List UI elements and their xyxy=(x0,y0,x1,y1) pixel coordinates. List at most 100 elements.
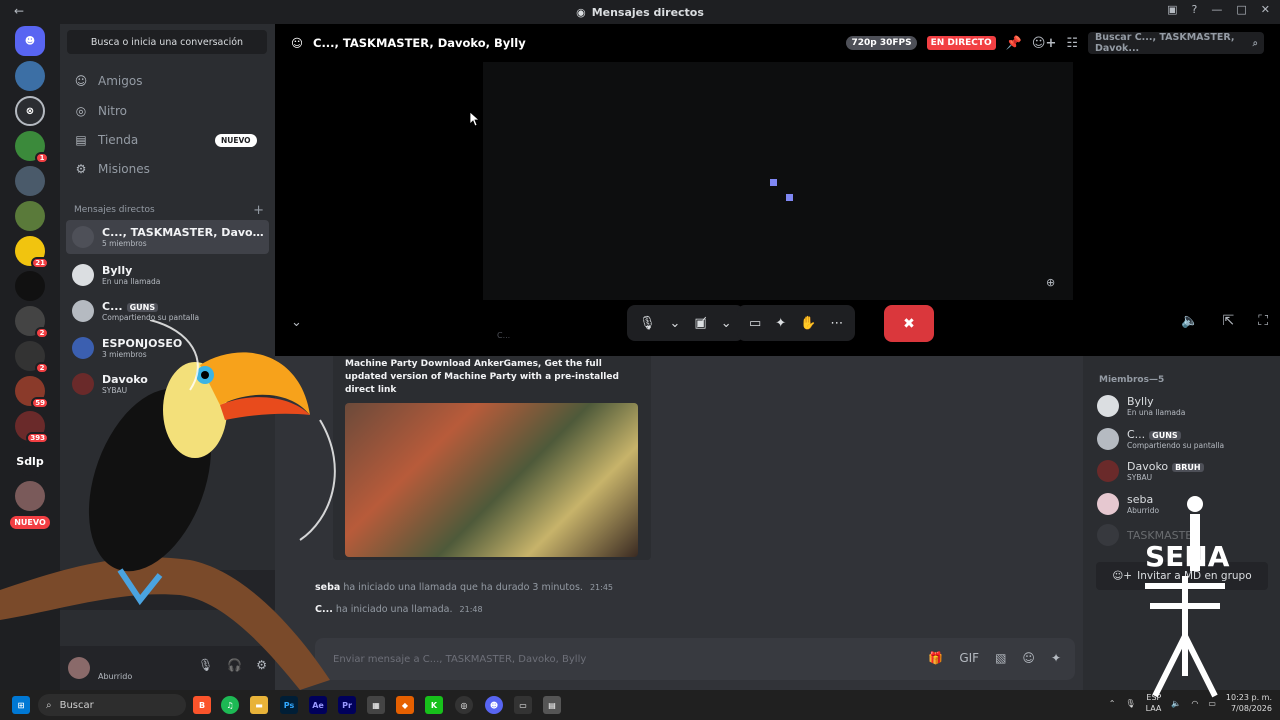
member-item[interactable]: seba Aburrido xyxy=(1097,489,1277,519)
server-icon[interactable]: 2 xyxy=(15,341,49,374)
discord-logo-icon: ◉ xyxy=(576,5,586,19)
notification-badge: 2 xyxy=(35,362,49,374)
pin-icon[interactable]: 📌 xyxy=(1006,36,1022,51)
dm-item[interactable]: C..., TASKMASTER, Davoko, B... 5 miembro… xyxy=(66,220,269,254)
clock[interactable]: 10:23 p. m. 7/08/2026 xyxy=(1226,692,1272,714)
microphone-icon[interactable]: 🎙 xyxy=(639,316,656,331)
apps-icon[interactable]: ✦ xyxy=(1051,651,1061,665)
voice-channel: C..., TASKMASTER, ... xyxy=(68,586,147,595)
server-icon[interactable]: 2 xyxy=(15,306,49,339)
embed-title: Machine Party Download AnkerGames, Get t… xyxy=(345,359,619,395)
maximize-button[interactable]: □ xyxy=(1236,3,1246,16)
language-indicator[interactable]: ESP LAA xyxy=(1146,692,1162,714)
invite-to-group-button[interactable]: ☺+ Invitar a MD en grupo xyxy=(1096,562,1268,590)
headphones-icon[interactable]: 🎧 xyxy=(227,658,242,672)
notepad-icon[interactable]: ▤ xyxy=(543,696,561,714)
gift-icon[interactable]: 🎁 xyxy=(928,651,943,665)
nav-friends[interactable]: ☺ Amigos xyxy=(74,74,143,88)
discord-taskbar-icon[interactable]: ☻ xyxy=(485,696,503,714)
emoji-icon[interactable]: ☺ xyxy=(1022,651,1035,665)
dm-item[interactable]: C... GUNS Compartiendo su pantalla xyxy=(66,294,269,328)
nav-quests[interactable]: ⚙ Misiones xyxy=(74,162,150,176)
message-author[interactable]: seba xyxy=(315,582,340,593)
link-embed[interactable]: Machine Party Download AnkerGames, Get t… xyxy=(333,356,651,560)
member-item[interactable]: Davoko BRUH SYBAU xyxy=(1097,456,1277,486)
server-text-icon[interactable]: Sdlp xyxy=(15,446,45,476)
server-icon[interactable]: 21 xyxy=(15,236,49,269)
app-icon[interactable]: ◆ xyxy=(396,696,414,714)
settings-gear-icon[interactable]: ⚙ xyxy=(256,658,267,672)
terminal-icon[interactable]: ▭ xyxy=(514,696,532,714)
server-icon[interactable] xyxy=(15,61,45,91)
user-avatar[interactable] xyxy=(68,657,90,679)
nav-shop[interactable]: ▤ Tienda xyxy=(74,133,138,147)
server-icon[interactable]: ⊗ xyxy=(15,96,45,126)
screen-share-view[interactable]: ⊕ xyxy=(483,62,1073,300)
add-dm-icon[interactable]: + xyxy=(253,203,264,218)
chevron-up-icon[interactable]: ⌃ xyxy=(1109,699,1116,708)
screen-share-icon[interactable]: ▭ xyxy=(749,316,761,331)
search-input[interactable]: Buscar C..., TASKMASTER, Davok... ⌕ xyxy=(1088,32,1264,54)
member-item[interactable]: TASKMASTER xyxy=(1097,520,1277,550)
app-icon[interactable]: K xyxy=(425,696,443,714)
store-icon[interactable]: ▦ xyxy=(367,696,385,714)
premiere-icon[interactable]: Pr xyxy=(338,696,356,714)
add-friend-icon[interactable]: ☺+ xyxy=(1032,36,1056,51)
close-button[interactable]: ✕ xyxy=(1261,3,1270,16)
embed-image[interactable] xyxy=(345,403,638,557)
battery-icon[interactable]: ▭ xyxy=(1208,699,1216,708)
zoom-icon[interactable]: ⊕ xyxy=(1046,276,1055,289)
avatar xyxy=(1097,524,1119,546)
server-icon[interactable] xyxy=(15,271,45,301)
wifi-icon[interactable]: ◠ xyxy=(1191,699,1198,708)
microphone-icon[interactable]: 🎙 xyxy=(1125,699,1135,708)
home-button[interactable]: ☻ xyxy=(15,26,45,56)
microphone-icon[interactable]: 🎙 xyxy=(198,658,213,672)
inbox-icon[interactable]: ▣ xyxy=(1167,3,1177,16)
back-arrow-icon[interactable]: ← xyxy=(14,4,24,18)
after-effects-icon[interactable]: Ae xyxy=(309,696,327,714)
app-icon[interactable]: ◎ xyxy=(455,696,473,714)
chevron-down-icon[interactable]: ⌄ xyxy=(721,316,732,331)
windows-start-icon[interactable]: ⊞ xyxy=(12,696,30,714)
server-icon[interactable]: 59 xyxy=(15,376,49,409)
server-icon[interactable]: 1 xyxy=(15,131,49,164)
activities-icon[interactable]: ✦ xyxy=(775,316,786,331)
folder-icon[interactable]: ▬ xyxy=(250,696,268,714)
dm-item[interactable]: Bylly En una llamada xyxy=(66,258,269,292)
windows-taskbar: ⊞ ⌕ Buscar B ♫ ▬ Ps Ae Pr ▦ ◆ K ◎ ☻ ▭ ▤ … xyxy=(0,690,1280,720)
volume-icon[interactable]: 🔈 xyxy=(1171,699,1181,708)
help-icon[interactable]: ? xyxy=(1192,3,1198,16)
message-text: ha iniciado una llamada que ha durado 3 … xyxy=(343,582,583,593)
taskbar-search[interactable]: ⌕ Buscar xyxy=(38,694,186,716)
chevron-down-icon[interactable]: ⌄ xyxy=(291,315,302,330)
photoshop-icon[interactable]: Ps xyxy=(280,696,298,714)
spotify-icon[interactable]: ♫ xyxy=(221,696,239,714)
brave-icon[interactable]: B xyxy=(193,696,211,714)
nav-nitro[interactable]: ◎ Nitro xyxy=(74,104,127,118)
disconnect-button[interactable]: ✖ xyxy=(884,305,934,342)
more-options-icon[interactable]: ⋯ xyxy=(830,316,843,331)
live-badge: EN DIRECTO xyxy=(926,36,996,50)
member-list-icon[interactable]: ☷ xyxy=(1066,36,1078,51)
fullscreen-icon[interactable]: ⛶ xyxy=(1258,313,1268,329)
popout-icon[interactable]: ⇱ xyxy=(1222,313,1234,329)
member-item[interactable]: Bylly En una llamada xyxy=(1097,391,1277,421)
server-icon[interactable] xyxy=(15,166,45,196)
message-author[interactable]: C... xyxy=(315,604,333,615)
server-icon[interactable] xyxy=(15,481,45,511)
dm-item[interactable]: Davoko SYBAU xyxy=(66,367,269,401)
soundboard-icon[interactable]: ✋ xyxy=(800,316,816,331)
dm-item[interactable]: ESPONJOSEO 3 miembros xyxy=(66,331,269,365)
conversation-search-button[interactable]: Busca o inicia una conversación xyxy=(67,30,267,54)
server-icon[interactable] xyxy=(15,201,45,231)
gif-icon[interactable]: GIF xyxy=(959,651,979,665)
server-icon[interactable]: 393 xyxy=(15,411,49,444)
message-input[interactable]: Enviar mensaje a C..., TASKMASTER, Davok… xyxy=(315,638,1075,680)
camera-off-icon[interactable]: ▣̸ xyxy=(694,316,706,331)
sticker-icon[interactable]: ▧ xyxy=(995,651,1006,665)
member-item[interactable]: C... GUNS Compartiendo su pantalla xyxy=(1097,424,1277,454)
volume-icon[interactable]: 🔈 xyxy=(1181,313,1198,329)
minimize-button[interactable]: — xyxy=(1211,3,1222,16)
chevron-down-icon[interactable]: ⌄ xyxy=(670,316,681,331)
